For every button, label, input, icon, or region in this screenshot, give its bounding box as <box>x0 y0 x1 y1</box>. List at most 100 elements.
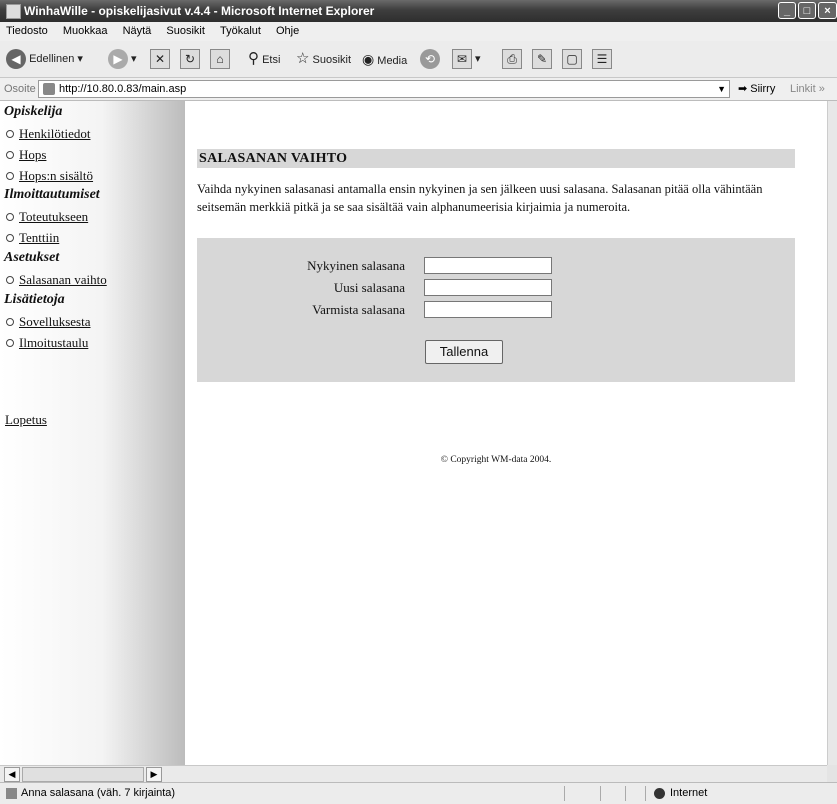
sidebar-link[interactable]: Salasanan vaihto <box>19 272 107 287</box>
bullet-icon <box>6 151 14 160</box>
sidebar-section-opiskelija: Opiskelija <box>4 104 63 119</box>
sidebar-link[interactable]: Ilmoitustaulu <box>19 335 88 350</box>
bullet-icon <box>6 234 14 243</box>
main-panel: SALASANAN VAIHTO Vaihda nykyinen salasan… <box>197 149 795 465</box>
menu-file[interactable]: Tiedosto <box>6 25 48 37</box>
favorites-button[interactable]: ☆ Suosikit <box>296 47 351 71</box>
stop-icon: ✕ <box>150 49 170 70</box>
sidebar-link[interactable]: Hops <box>19 147 46 162</box>
go-arrow-icon: ➡ <box>738 83 748 95</box>
sidebar-link[interactable]: Toteutukseen <box>19 209 88 224</box>
minimize-button[interactable]: _ <box>778 2 796 19</box>
sidebar-item-salasanan-vaihto[interactable]: Salasanan vaihto <box>6 272 107 288</box>
sidebar-link[interactable]: Hops:n sisältö <box>19 168 93 183</box>
status-divider <box>564 786 565 801</box>
refresh-button[interactable]: ↻ <box>180 47 200 71</box>
discuss-icon: ▢ <box>562 49 582 70</box>
research-icon: ☰ <box>592 49 612 70</box>
logout-link[interactable]: Lopetus <box>5 412 47 428</box>
new-password-field[interactable] <box>424 279 552 296</box>
forward-button[interactable]: ▶ ▾ <box>108 47 137 71</box>
menu-tools[interactable]: Työkalut <box>220 25 261 37</box>
favorites-label: Suosikit <box>312 54 352 66</box>
sidebar-link[interactable]: Sovelluksesta <box>19 314 91 329</box>
menu-bar: Tiedosto Muokkaa Näytä Suosikit Työkalut… <box>0 22 837 42</box>
page-status-icon <box>6 787 17 799</box>
menu-view[interactable]: Näytä <box>123 25 152 37</box>
history-button[interactable]: ⟲ <box>420 47 440 71</box>
bullet-icon <box>6 276 14 285</box>
horizontal-scrollbar[interactable]: ◀ ▶ <box>0 765 827 782</box>
print-icon: ⎙ <box>502 49 522 70</box>
close-button[interactable]: × <box>818 2 837 19</box>
address-bar: Osoite http://10.80.0.83/main.asp ▼ ➡ Si… <box>0 78 837 101</box>
back-button[interactable]: ◀ Edellinen ▾ <box>6 47 83 71</box>
window-titlebar: WinhaWille - opiskelijasivut v.4.4 - Mic… <box>0 0 837 22</box>
edit-button[interactable]: ✎ <box>532 47 552 71</box>
status-divider <box>645 786 646 801</box>
search-button[interactable]: ⚲ Etsi <box>248 47 280 71</box>
sidebar-link[interactable]: Henkilötiedot <box>19 126 91 141</box>
go-label: Siirry <box>750 83 776 95</box>
sidebar-item-hops[interactable]: Hops <box>6 147 46 163</box>
research-button[interactable]: ☰ <box>592 47 612 71</box>
browser-toolbar: ◀ Edellinen ▾ ▶ ▾ ✕ ↻ ⌂ ⚲ Etsi ☆ Suosiki… <box>0 41 837 78</box>
media-label: Media <box>377 55 408 67</box>
page-content: Opiskelija Henkilötiedot Hops Hops:n sis… <box>0 101 827 765</box>
current-password-label: Nykyinen salasana <box>307 258 405 273</box>
instructions-text: Vaihda nykyinen salasanasi antamalla ens… <box>197 182 763 214</box>
address-dropdown-icon[interactable]: ▼ <box>717 81 726 97</box>
confirm-password-field[interactable] <box>424 301 552 318</box>
bullet-icon <box>6 172 14 181</box>
vertical-scrollbar[interactable] <box>827 101 837 765</box>
address-input[interactable]: http://10.80.0.83/main.asp ▼ <box>38 80 730 98</box>
home-icon: ⌂ <box>210 49 230 70</box>
window-title: WinhaWille - opiskelijasivut v.4.4 - Mic… <box>24 4 375 18</box>
sidebar-nav: Opiskelija Henkilötiedot Hops Hops:n sis… <box>0 101 185 765</box>
media-icon: ◉ <box>362 51 375 67</box>
bullet-icon <box>6 213 14 222</box>
sidebar-item-toteutukseen[interactable]: Toteutukseen <box>6 209 88 225</box>
password-form: Nykyinen salasana Uusi salasana Varmista… <box>197 238 795 382</box>
maximize-button[interactable]: □ <box>798 2 816 19</box>
go-button[interactable]: ➡ Siirry <box>738 78 775 100</box>
stop-button[interactable]: ✕ <box>150 47 170 71</box>
favorites-icon: ☆ <box>296 50 310 67</box>
status-text: Anna salasana (väh. 7 kirjainta) <box>21 787 176 799</box>
current-password-field[interactable] <box>424 257 552 274</box>
sidebar-link[interactable]: Tenttiin <box>19 230 59 245</box>
sidebar-section-asetukset: Asetukset <box>4 250 60 265</box>
back-icon: ◀ <box>6 49 26 70</box>
status-bar: Anna salasana (väh. 7 kirjainta) Interne… <box>0 782 837 804</box>
scroll-left-button[interactable]: ◀ <box>4 767 20 782</box>
sidebar-item-henkilotiedot[interactable]: Henkilötiedot <box>6 126 91 142</box>
address-label: Osoite <box>4 83 36 95</box>
sidebar-item-hops-sisalto[interactable]: Hops:n sisältö <box>6 168 93 184</box>
search-icon: ⚲ <box>248 50 259 67</box>
scroll-thumb[interactable] <box>22 767 144 782</box>
sidebar-item-tenttiin[interactable]: Tenttiin <box>6 230 59 246</box>
status-divider <box>600 786 601 801</box>
sidebar-item-ilmoitustaulu[interactable]: Ilmoitustaulu <box>6 335 88 351</box>
bullet-icon <box>6 339 14 348</box>
media-button[interactable]: ◉ Media <box>362 47 407 71</box>
confirm-password-label: Varmista salasana <box>312 302 405 317</box>
home-button[interactable]: ⌂ <box>210 47 230 71</box>
menu-edit[interactable]: Muokkaa <box>63 25 108 37</box>
sidebar-section-lisatietoja: Lisätietoja <box>4 292 65 307</box>
mail-button[interactable]: ✉ ▾ <box>452 47 481 71</box>
menu-help[interactable]: Ohje <box>276 25 299 37</box>
print-button[interactable]: ⎙ <box>502 47 522 71</box>
menu-favorites[interactable]: Suosikit <box>166 25 205 37</box>
sidebar-item-sovelluksesta[interactable]: Sovelluksesta <box>6 314 91 330</box>
links-button[interactable]: Linkit » <box>790 78 825 100</box>
zone-label: Internet <box>670 787 708 799</box>
security-zone: Internet <box>654 783 707 804</box>
mail-icon: ✉ <box>452 49 472 70</box>
bullet-icon <box>6 318 14 327</box>
address-url: http://10.80.0.83/main.asp <box>59 83 187 95</box>
save-button[interactable]: Tallenna <box>425 340 503 364</box>
discuss-button[interactable]: ▢ <box>562 47 582 71</box>
scroll-right-button[interactable]: ▶ <box>146 767 162 782</box>
sidebar-section-ilmoittautumiset: Ilmoittautumiset <box>4 187 100 202</box>
